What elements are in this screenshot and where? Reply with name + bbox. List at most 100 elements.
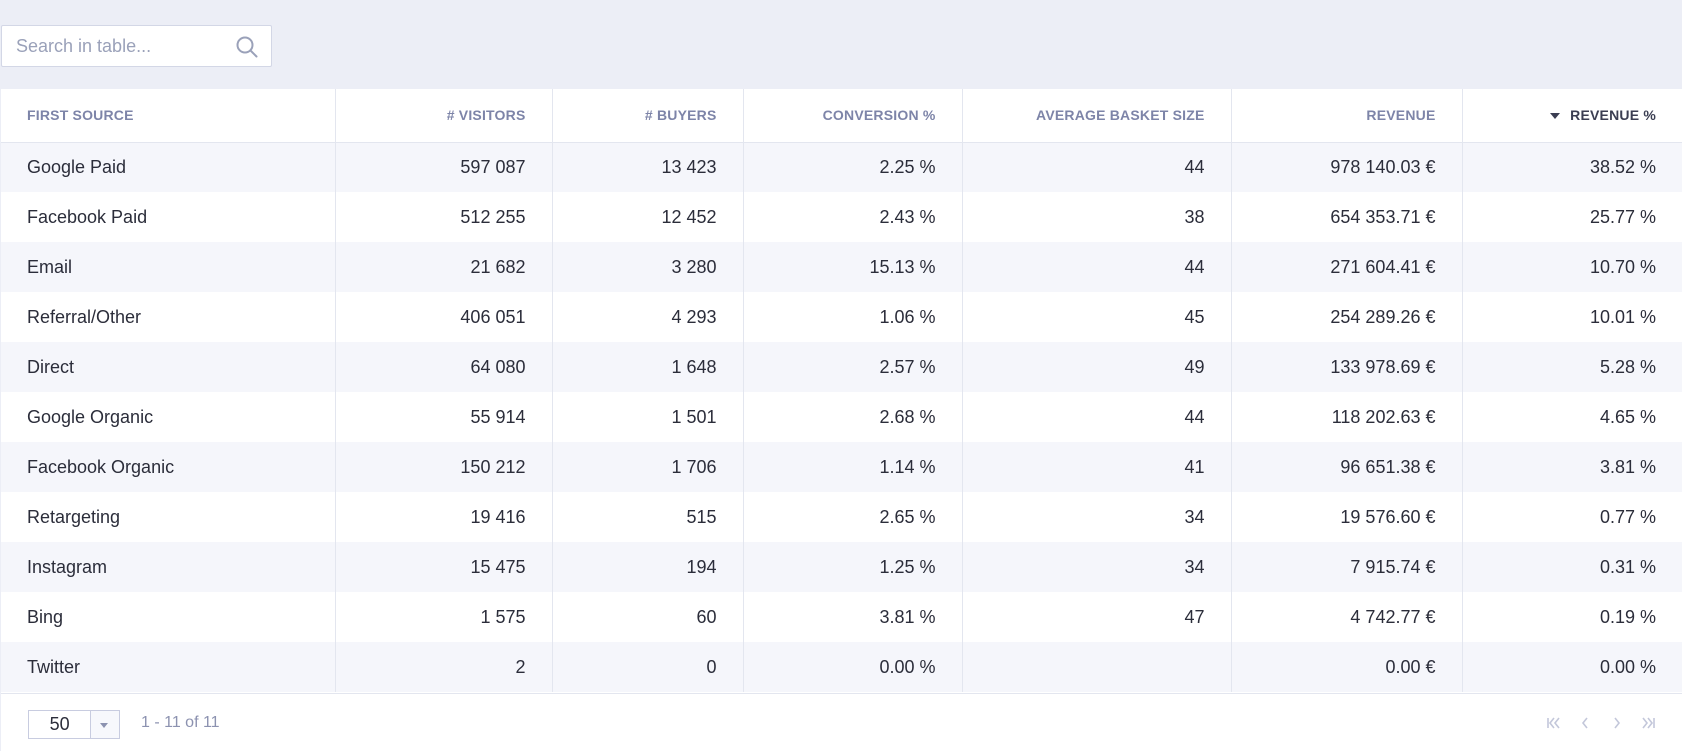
- pagination-controls: [1544, 714, 1658, 732]
- table-cell: Google Organic: [1, 392, 336, 442]
- table-cell: 44: [962, 392, 1232, 442]
- table-cell: 64 080: [335, 342, 553, 392]
- table-cell: 0.00 %: [1462, 642, 1682, 692]
- table-cell: 2.68 %: [743, 392, 963, 442]
- table-cell: 118 202.63 €: [1231, 392, 1463, 442]
- table-cell: 512 255: [335, 192, 553, 242]
- table-row[interactable]: Direct 64 080 1 648 2.57 % 49 133 978.69 €5.2…: [1, 342, 1682, 392]
- page-size-select[interactable]: 50: [28, 710, 120, 739]
- table-cell: 406 051: [335, 292, 553, 342]
- column-header[interactable]: First source: [1, 89, 336, 143]
- page-size-value[interactable]: 50: [29, 711, 92, 738]
- table-cell: 1.14 %: [743, 442, 963, 492]
- table-cell: 19 576.60 €: [1231, 492, 1463, 542]
- table-row[interactable]: Bing 1 575 60 3.81 % 47 4 742.77 €0.19 %: [1, 592, 1682, 642]
- table-row[interactable]: Facebook Organic 150 212 1 706 1.14 % 41 96 6…: [1, 442, 1682, 492]
- table-cell: 45: [962, 292, 1232, 342]
- table-panel: First source # Visitors # Buyers Conversion…: [1, 89, 1682, 751]
- table-footer: 50 1 - 11 of 11: [1, 693, 1682, 751]
- first-page-icon[interactable]: [1544, 714, 1562, 732]
- table-cell: 49: [962, 342, 1232, 392]
- table-cell: 0.31 %: [1462, 542, 1682, 592]
- table-row[interactable]: Twitter 2 0 0.00 % 0.00 €0.00 %: [1, 642, 1682, 692]
- toolbar: [0, 0, 1682, 89]
- table-row[interactable]: Instagram 15 475 194 1.25 % 34 7 915.74 €0.31…: [1, 542, 1682, 592]
- table-cell: 13 423: [552, 142, 744, 192]
- table-cell: 194: [552, 542, 744, 592]
- table-cell: 4 742.77 €: [1231, 592, 1463, 642]
- table-cell: 44: [962, 142, 1232, 192]
- table-body: Google Paid 597 087 13 423 2.25 % 44 978 140.…: [1, 142, 1682, 692]
- table-cell: 44: [962, 242, 1232, 292]
- table-cell: 10.01 %: [1462, 292, 1682, 342]
- table-cell: 978 140.03 €: [1231, 142, 1463, 192]
- table-cell: 1 501: [552, 392, 744, 442]
- search-icon[interactable]: [235, 35, 259, 59]
- table-cell: Bing: [1, 592, 336, 642]
- column-header-label: First source: [27, 107, 134, 124]
- table-cell: 2: [335, 642, 553, 692]
- column-header[interactable]: # Buyers: [552, 89, 744, 143]
- table-cell: 34: [962, 492, 1232, 542]
- table-cell: Retargeting: [1, 492, 336, 542]
- table-row[interactable]: Referral/Other 406 051 4 293 1.06 % 45 254 28…: [1, 292, 1682, 342]
- table-cell: 2.65 %: [743, 492, 963, 542]
- table-cell: Instagram: [1, 542, 336, 592]
- table-cell: 3.81 %: [1462, 442, 1682, 492]
- table-cell: 12 452: [552, 192, 744, 242]
- prev-page-icon[interactable]: [1576, 714, 1594, 732]
- table-cell: 0.19 %: [1462, 592, 1682, 642]
- table-row[interactable]: Email 21 682 3 280 15.13 % 44 271 604.41 €10.…: [1, 242, 1682, 292]
- table-cell: 0: [552, 642, 744, 692]
- table-cell: 1 706: [552, 442, 744, 492]
- column-header[interactable]: Conversion %: [743, 89, 963, 143]
- table-cell: 15.13 %: [743, 242, 963, 292]
- next-page-icon[interactable]: [1608, 714, 1626, 732]
- column-header[interactable]: Average basket size: [962, 89, 1232, 143]
- search-input[interactable]: [16, 26, 236, 66]
- table-cell: [962, 642, 1232, 692]
- table-cell: 3.81 %: [743, 592, 963, 642]
- table-cell: 0.00 %: [743, 642, 963, 692]
- data-table: First source # Visitors # Buyers Conversion…: [1, 89, 1682, 692]
- column-header-label: Revenue %: [1570, 107, 1656, 124]
- chevron-down-icon[interactable]: [91, 711, 119, 738]
- table-cell: 1.06 %: [743, 292, 963, 342]
- table-cell: 271 604.41 €: [1231, 242, 1463, 292]
- last-page-icon[interactable]: [1640, 714, 1658, 732]
- table-row[interactable]: Facebook Paid 512 255 12 452 2.43 % 38 654 35…: [1, 192, 1682, 242]
- table-cell: 1.25 %: [743, 542, 963, 592]
- table-cell: Referral/Other: [1, 292, 336, 342]
- table-cell: 597 087: [335, 142, 553, 192]
- table-cell: 133 978.69 €: [1231, 342, 1463, 392]
- table-row[interactable]: Google Organic 55 914 1 501 2.68 % 44 118 202…: [1, 392, 1682, 442]
- search-box: [1, 25, 272, 67]
- sort-desc-icon[interactable]: [1550, 112, 1561, 119]
- table-cell: 38.52 %: [1462, 142, 1682, 192]
- table-cell: 254 289.26 €: [1231, 292, 1463, 342]
- table-cell: 1 648: [552, 342, 744, 392]
- column-header[interactable]: # Visitors: [335, 89, 553, 143]
- table-row[interactable]: Retargeting 19 416 515 2.65 % 34 19 576.60 €0…: [1, 492, 1682, 542]
- table-cell: 2.57 %: [743, 342, 963, 392]
- table-cell: 0.00 €: [1231, 642, 1463, 692]
- table-cell: 34: [962, 542, 1232, 592]
- table-cell: Google Paid: [1, 142, 336, 192]
- column-header-label: Conversion %: [822, 107, 936, 124]
- table-cell: 47: [962, 592, 1232, 642]
- table-cell: Facebook Paid: [1, 192, 336, 242]
- table-cell: 21 682: [335, 242, 553, 292]
- table-cell: 654 353.71 €: [1231, 192, 1463, 242]
- table-cell: 19 416: [335, 492, 553, 542]
- table-cell: 25.77 %: [1462, 192, 1682, 242]
- table-cell: 2.43 %: [743, 192, 963, 242]
- column-header[interactable]: Revenue %: [1462, 89, 1682, 143]
- table-cell: 515: [552, 492, 744, 542]
- column-header-label: # Buyers: [644, 107, 717, 124]
- table-row[interactable]: Google Paid 597 087 13 423 2.25 % 44 978 140.…: [1, 142, 1682, 192]
- table-cell: Direct: [1, 342, 336, 392]
- table-cell: 7 915.74 €: [1231, 542, 1463, 592]
- column-header[interactable]: Revenue: [1231, 89, 1463, 143]
- table-cell: 60: [552, 592, 744, 642]
- table-cell: 4.65 %: [1462, 392, 1682, 442]
